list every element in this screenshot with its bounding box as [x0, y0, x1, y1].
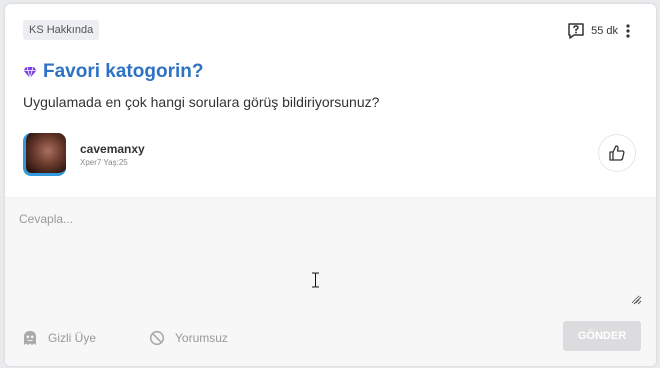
author-name[interactable]: cavemanxy: [80, 142, 145, 156]
reply-input[interactable]: [19, 212, 640, 304]
anonymous-label: Gizli Üye: [48, 331, 97, 345]
category-tag[interactable]: KS Hakkında: [23, 20, 100, 40]
kebab-menu-icon: [626, 24, 630, 38]
author-block: cavemanxy Xper7 Yaş:25: [23, 132, 145, 176]
author-info: cavemanxy Xper7 Yaş:25: [80, 142, 145, 167]
anonymous-toggle[interactable]: Gizli Üye: [22, 330, 96, 346]
author-subtitle: Xper7 Yaş:25: [80, 157, 128, 167]
thumbs-up-icon: [609, 145, 625, 161]
post-meta: 55 dk: [567, 22, 634, 40]
avatar-image: [26, 132, 66, 173]
resize-handle-icon[interactable]: [632, 295, 642, 305]
post-time: 55 dk: [591, 25, 618, 37]
block-icon: [149, 330, 165, 346]
question-card: KS Hakkında 55 dk Favori katogorin? Uygu…: [5, 4, 656, 366]
no-comment-label: Yorumsuz: [175, 331, 228, 345]
text-cursor-icon: [312, 272, 319, 288]
no-comment-toggle[interactable]: Yorumsuz: [149, 330, 228, 346]
send-button[interactable]: GÖNDER: [563, 321, 641, 351]
title-row: Favori katogorin?: [23, 61, 203, 83]
reply-area: Gizli Üye Yorumsuz GÖNDER: [5, 197, 656, 366]
gem-icon: [23, 65, 37, 79]
question-title[interactable]: Favori katogorin?: [43, 61, 203, 83]
ghost-icon: [24, 331, 36, 345]
like-button[interactable]: [598, 134, 636, 172]
question-text: Uygulamada en çok hangi sorulara görüş b…: [23, 94, 380, 110]
question-bubble-icon: [567, 22, 585, 40]
more-options-button[interactable]: [622, 23, 634, 39]
avatar[interactable]: [23, 132, 66, 176]
